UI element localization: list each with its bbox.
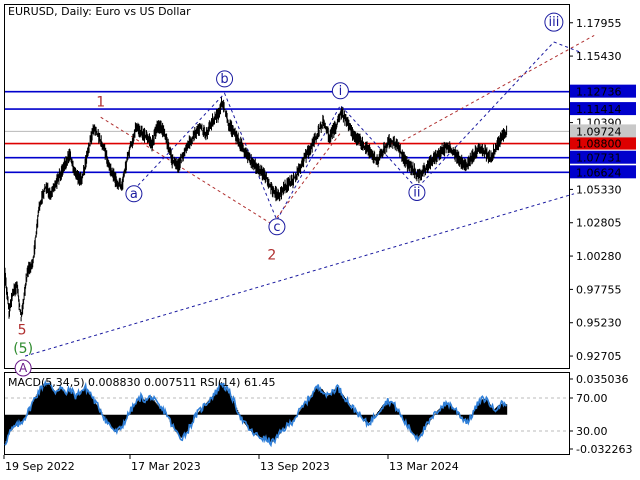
price-tick-label: 1.05330: [576, 183, 622, 196]
chart-root: 1.12736 1.11414 1.088001.077311.06624 1 2 5 (…: [0, 0, 640, 480]
wave-label: A: [19, 361, 28, 375]
wave-label: 5: [18, 323, 27, 339]
price-tick-label: 0.92705: [576, 350, 622, 363]
wave-label: 2: [267, 247, 276, 263]
wave-label: (5): [13, 341, 33, 357]
wave-label: 1: [96, 94, 105, 110]
indicator-title: MACD(5,34,5) 0.008830 0.007511 RSI(14) 6…: [8, 376, 275, 389]
wave-label: iii: [548, 15, 559, 30]
time-tick-label: 19 Sep 2022: [5, 460, 75, 473]
level-label: 1.11414: [576, 103, 622, 116]
price-tick-label: 1.17955: [576, 17, 622, 30]
current-price-label: 1.09724: [576, 125, 622, 138]
indicator-tick-label: -0.032263: [576, 443, 632, 456]
level-label: 1.06624: [576, 166, 622, 179]
time-tick-label: 17 Mar 2023: [131, 460, 201, 473]
price-tick-label: 0.97755: [576, 283, 622, 296]
price-tick-label: 1.02805: [576, 217, 622, 230]
wave-label: b: [220, 72, 228, 87]
wave-label: i: [339, 84, 343, 99]
price-tick-label: 0.95230: [576, 317, 622, 330]
indicator-tick-label: 30.00: [576, 425, 608, 438]
time-tick-label: 13 Mar 2024: [389, 460, 459, 473]
wave-label: c: [273, 220, 280, 235]
wave-label: a: [130, 187, 138, 202]
level-label: 1.07731: [576, 152, 622, 165]
indicator-tick-label: 0.035036: [576, 373, 629, 386]
level-label: 1.12736: [576, 86, 622, 99]
chart-title: EURUSD, Daily: Euro vs US Dollar: [8, 5, 191, 18]
wave-label: ii: [413, 185, 420, 200]
price-tick-label: 1.00280: [576, 250, 622, 263]
level-label: 1.08800: [576, 138, 622, 151]
time-tick-label: 13 Sep 2023: [260, 460, 330, 473]
price-tick-label: 1.15430: [576, 50, 622, 63]
indicator-tick-label: 70.00: [576, 392, 608, 405]
